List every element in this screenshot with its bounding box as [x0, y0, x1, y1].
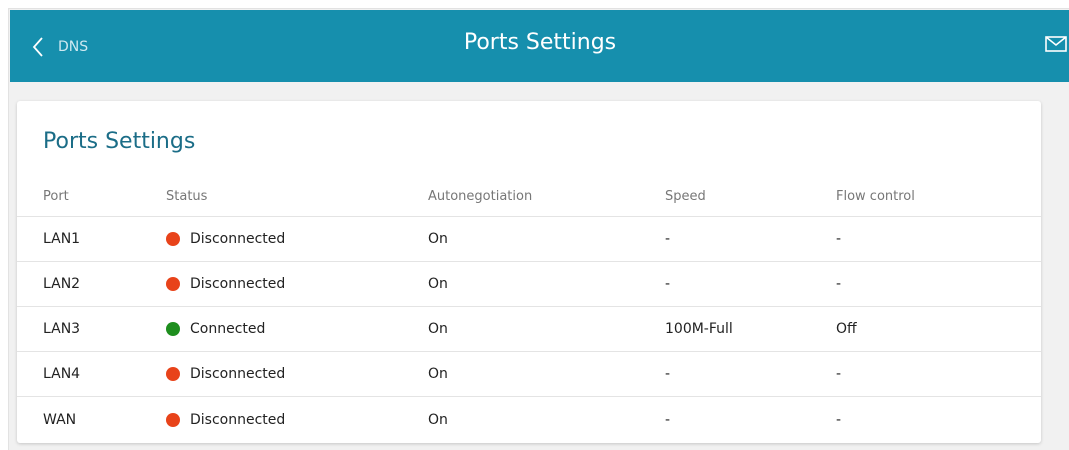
autonegotiation-cell: On — [428, 276, 448, 292]
status-cell: Connected — [166, 307, 265, 351]
table-row[interactable]: WAN Disconnected On - - — [17, 397, 1041, 442]
notifications-button[interactable] — [1045, 36, 1067, 56]
autonegotiation-cell: On — [428, 366, 448, 382]
flow-control-cell: - — [836, 231, 842, 247]
port-cell: LAN2 — [43, 276, 81, 292]
column-header-flow-control: Flow control — [836, 189, 915, 204]
table-row[interactable]: LAN1 Disconnected On - - — [17, 217, 1041, 262]
autonegotiation-cell: On — [428, 231, 448, 247]
speed-cell: - — [665, 366, 671, 382]
speed-cell: - — [665, 276, 671, 292]
port-cell: WAN — [43, 411, 77, 428]
table-body: LAN1 Disconnected On - - LAN2 Disconnect… — [17, 217, 1041, 442]
status-cell: Disconnected — [166, 352, 285, 396]
speed-cell: - — [665, 411, 671, 428]
port-cell: LAN1 — [43, 231, 81, 247]
port-cell: LAN3 — [43, 321, 81, 337]
status-dot-icon — [166, 367, 180, 381]
flow-control-cell: - — [836, 411, 842, 428]
column-header-port: Port — [43, 189, 69, 204]
status-text: Disconnected — [190, 366, 286, 382]
status-cell: Disconnected — [166, 262, 285, 306]
status-cell: Disconnected — [166, 397, 285, 442]
table-row[interactable]: LAN4 Disconnected On - - — [17, 352, 1041, 397]
port-cell: LAN4 — [43, 366, 81, 382]
status-text: Disconnected — [190, 411, 286, 428]
flow-control-cell: Off — [836, 321, 857, 337]
column-header-speed: Speed — [665, 189, 706, 204]
status-dot-icon — [166, 412, 180, 427]
flow-control-cell: - — [836, 366, 842, 382]
card-title: Ports Settings — [43, 129, 196, 154]
table-header: Port Status Autonegotiation Speed Flow c… — [17, 177, 1041, 217]
envelope-icon — [1045, 36, 1067, 52]
autonegotiation-cell: On — [428, 411, 448, 428]
speed-cell: 100M-Full — [665, 321, 733, 337]
status-dot-icon — [166, 232, 180, 246]
column-header-autonegotiation: Autonegotiation — [428, 189, 533, 204]
speed-cell: - — [665, 231, 671, 247]
status-dot-icon — [166, 277, 180, 291]
header-bar: DNS Ports Settings — [10, 10, 1069, 82]
status-text: Disconnected — [190, 231, 286, 247]
status-text: Connected — [190, 321, 266, 337]
app-frame: DNS Ports Settings Ports Settings Port S… — [8, 8, 1069, 450]
page-title: Ports Settings — [463, 30, 617, 55]
column-header-status: Status — [166, 189, 208, 204]
table-row[interactable]: LAN2 Disconnected On - - — [17, 262, 1041, 307]
flow-control-cell: - — [836, 276, 842, 292]
autonegotiation-cell: On — [428, 321, 448, 337]
status-text: Disconnected — [190, 276, 286, 292]
status-cell: Disconnected — [166, 217, 285, 261]
ports-settings-card: Ports Settings Port Status Autonegotiati… — [17, 101, 1041, 443]
status-dot-icon — [166, 322, 180, 336]
table-row[interactable]: LAN3 Connected On 100M-Full Off — [17, 307, 1041, 352]
